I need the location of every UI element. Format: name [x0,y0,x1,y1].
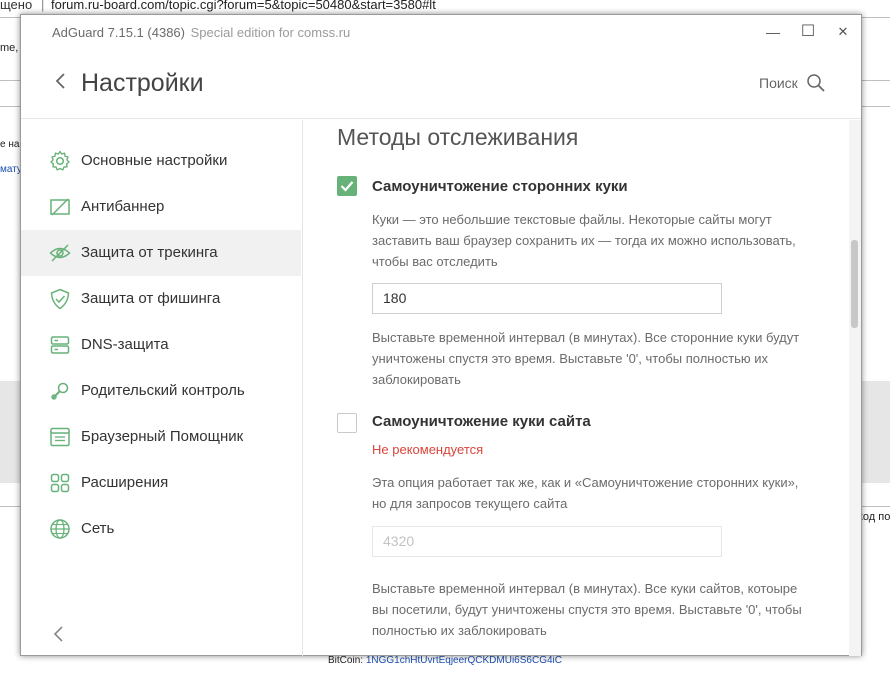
sidebar-item-label: Браузерный Помощник [81,428,244,445]
bg-link[interactable]: мату [0,164,22,175]
content-scrollbar[interactable] [849,120,861,656]
third-party-cookies-checkbox[interactable] [337,176,357,196]
sidebar-item-extensions[interactable]: Расширения [21,460,301,506]
browser-address-bar[interactable]: щено | forum.ru-board.com/topic.cgi?foru… [0,0,890,13]
third-party-cookies-desc: Куки — это небольшие текстовые файлы. Не… [372,212,796,269]
sidebar-item-label: Защита от фишинга [81,290,221,307]
sidebar-item-label: Расширения [81,474,169,491]
scrollbar-thumb[interactable] [851,240,858,328]
close-button[interactable]: ✕ [828,21,858,43]
first-party-cookies-desc: Эта опция работает так же, как и «Самоун… [372,475,799,511]
sidebar-item-parental-control[interactable]: Родительский контроль [21,368,301,414]
sidebar-item-label: Антибаннер [81,198,165,215]
globe-icon [50,519,70,539]
page-title: Настройки [81,69,204,97]
sidebar-item-browser-assistant[interactable]: Браузерный Помощник [21,414,301,460]
sidebar-item-general[interactable]: Основные настройки [21,138,301,184]
shield-check-icon [50,288,70,310]
bitcoin-footer: BitCoin: 1NGG1chHtUvrtEqjeerQCKDMUi6S6CG… [0,655,890,666]
third-party-cookies-hint: Выставьте временной интервал (в минутах)… [372,330,800,387]
third-party-cookies-ttl-input[interactable]: 180 [372,283,722,314]
rattle-icon [51,382,69,400]
bg-fragment: код по [858,511,890,523]
search-button[interactable]: Поиск [759,75,798,91]
first-party-cookies-title[interactable]: Самоуничтожение куки сайта [372,413,591,430]
sidebar-item-network[interactable]: Сеть [21,506,301,552]
title-bar[interactable]: AdGuard 7.15.1 (4386) Special edition fo… [21,15,861,49]
sidebar-item-label: Защита от трекинга [81,244,218,261]
server-icon [50,336,70,354]
settings-content: Методы отслеживания Самоуничтожение стор… [304,120,849,656]
search-icon[interactable] [806,73,826,93]
sidebar-item-label: Основные настройки [81,152,228,169]
first-party-cookies-checkbox[interactable] [337,413,357,433]
edition-subtitle: Special edition for comss.ru [190,25,351,40]
gear-icon [50,150,70,171]
bg-fragment: me, [0,42,19,54]
sidebar-item-dns-protection[interactable]: DNS-защита [21,322,301,368]
browser-icon [50,427,70,447]
checkmark-icon [340,181,354,192]
antibanner-icon [50,198,70,216]
sidebar-item-label: DNS-защита [81,336,169,353]
third-party-cookies-title[interactable]: Самоуничтожение сторонних куки [372,178,628,195]
extensions-icon [50,473,70,493]
bg-fragment: е на [0,139,20,150]
sidebar-item-label: Сеть [81,520,115,537]
section-title: Методы отслеживания [337,124,579,150]
collapse-sidebar-icon[interactable] [51,624,67,644]
bitcoin-hash[interactable]: 1NGG1chHtUvrtEqjeerQCKDMUi6S6CG4iC [366,655,562,666]
window-title: AdGuard 7.15.1 (4386) Special edition fo… [52,25,350,40]
maximize-button[interactable]: ☐ [793,21,823,43]
sidebar-item-label: Родительский контроль [81,382,245,399]
first-party-cookies-ttl-input[interactable]: 4320 [372,526,722,557]
minimize-button[interactable]: — [758,21,788,43]
first-party-cookies-hint: Выставьте временной интервал (в минутах)… [372,581,802,638]
settings-header: Настройки Поиск [21,49,861,119]
not-recommended-warning: Не рекомендуется [372,442,484,457]
adguard-window: AdGuard 7.15.1 (4386) Special edition fo… [20,14,862,656]
eye-crossed-icon [49,244,71,262]
sidebar-item-antibanner[interactable]: Антибаннер [21,184,301,230]
address-url[interactable]: forum.ru-board.com/topic.cgi?forum=5&top… [51,0,436,11]
settings-sidebar: Основные настройки Антибаннер Защита от … [21,120,303,656]
back-arrow-icon[interactable] [49,69,73,93]
sidebar-item-phishing-protection[interactable]: Защита от фишинга [21,276,301,322]
sidebar-item-tracking-protection[interactable]: Защита от трекинга [21,230,301,276]
bitcoin-label: BitCoin: [328,655,364,666]
app-version-title: AdGuard 7.15.1 (4386) [52,25,185,40]
address-separator: | [41,0,45,12]
address-prefix: щено [0,0,33,12]
